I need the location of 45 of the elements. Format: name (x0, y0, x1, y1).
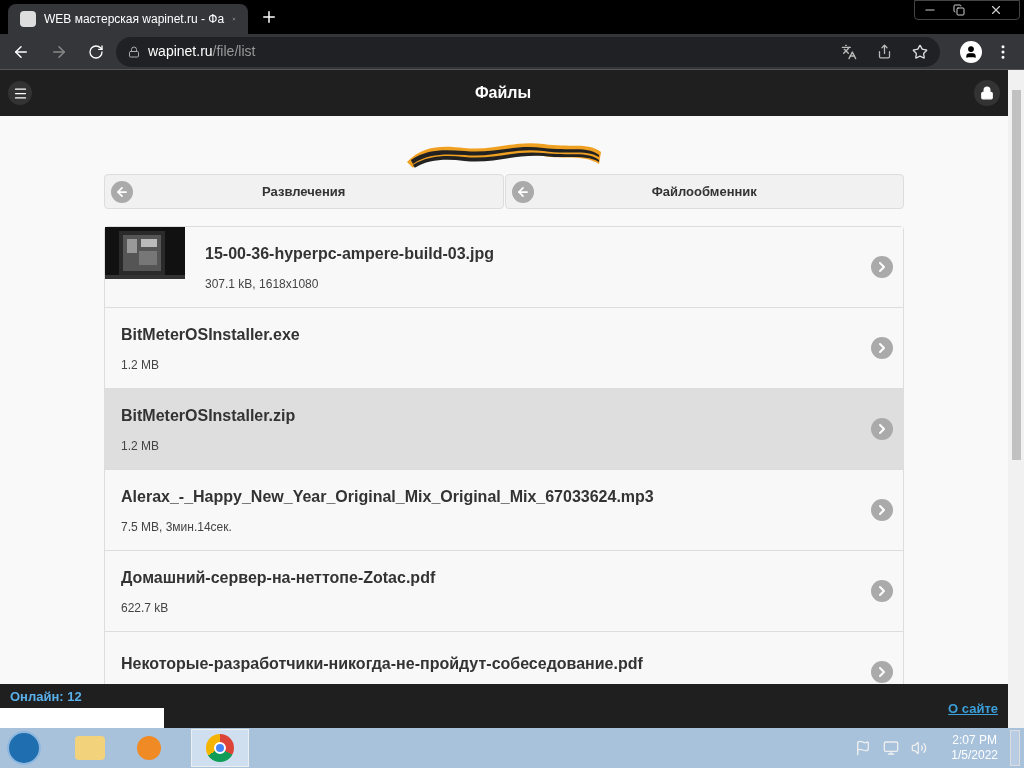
chevron-icon (871, 256, 893, 278)
chevron-icon (871, 499, 893, 521)
address-bar[interactable]: wapinet.ru/file/list (116, 36, 940, 67)
chevron-icon (871, 580, 893, 602)
file-name: Alerax_-_Happy_New_Year_Original_Mix_Original_Mix_67033624.mp3 (121, 486, 654, 507)
url-path: /file/list (212, 42, 256, 61)
file-info: 7.5 MB, 3мин.14сек. (121, 518, 233, 536)
bookmark-star-icon[interactable] (912, 43, 928, 60)
new-tab-icon[interactable] (260, 8, 278, 26)
online-count: Онлайн: 12 (10, 690, 82, 703)
reload-icon[interactable] (88, 43, 104, 60)
file-info: 307.1 kB, 1618x1080 (205, 275, 320, 293)
file-name: 15-00-36-hyperpc-ampere-build-03.jpg (205, 243, 494, 264)
file-row[interactable]: 15-00-36-hyperpc-ampere-build-03.jpg 307.1 kB, 1618x1080 (105, 227, 903, 308)
clock-time: 2:07 PM (952, 733, 997, 748)
chevron-icon (871, 337, 893, 359)
chrome-icon[interactable] (191, 729, 249, 767)
file-row[interactable]: BitMeterOSInstaller.zip 1.2 MB (105, 389, 903, 470)
nav-button[interactable]: Развлечения (104, 174, 504, 209)
nav-button[interactable]: Файлообменник (504, 174, 904, 209)
profile-icon[interactable] (960, 40, 982, 63)
page-title: Файлы (474, 83, 532, 103)
scrollbar[interactable] (1008, 70, 1024, 728)
file-name: Домашний-сервер-на-неттопе-Zotac.pdf (121, 567, 436, 588)
about-link[interactable]: О сайте (948, 699, 998, 719)
chevron-icon (871, 661, 893, 683)
favicon (20, 11, 36, 27)
menu-icon[interactable] (8, 81, 32, 105)
restore-icon[interactable] (953, 4, 965, 16)
file-name: Некоторые-разработчики-никогда-не-пройдут-собеседование.pdf (121, 654, 643, 674)
file-info: 1.2 MB (121, 356, 160, 374)
tab-title: WEB мастерская wapinet.ru - Фа (44, 11, 225, 28)
share-icon[interactable] (877, 44, 892, 59)
clock-date: 1/5/2022 (951, 748, 998, 763)
close-window-icon[interactable] (989, 3, 1003, 17)
translate-icon[interactable] (841, 43, 857, 60)
file-info: 622.7 kB (121, 599, 170, 617)
chevron-icon (871, 418, 893, 440)
url-host: wapinet.ru (148, 42, 213, 61)
lock-icon (128, 45, 140, 58)
file-info: 1.2 MB (121, 437, 160, 455)
lock-icon[interactable] (974, 80, 1000, 106)
browser-tab[interactable]: WEB мастерская wapinet.ru - Фа (8, 4, 248, 34)
file-name: BitMeterOSInstaller.exe (121, 324, 300, 345)
file-name: BitMeterOSInstaller.zip (121, 405, 296, 426)
